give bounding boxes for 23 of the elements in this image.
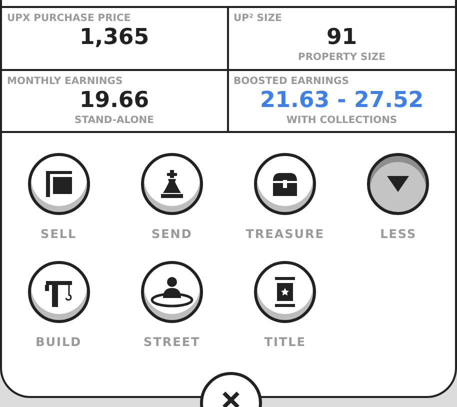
action-label: STREET xyxy=(144,334,200,351)
signboard-icon xyxy=(44,169,74,199)
person-on-disc-icon xyxy=(148,276,195,308)
action-label: LESS xyxy=(380,226,417,243)
action-label: TITLE xyxy=(264,334,306,351)
stat-label: BOOSTED EARNINGS xyxy=(234,75,349,88)
down-triangle-icon xyxy=(387,176,410,192)
stat-caption: PROPERTY SIZE xyxy=(298,51,386,64)
stat-value: 91 xyxy=(326,25,358,51)
stat-value: 1,365 xyxy=(79,25,150,51)
action-label: SEND xyxy=(151,226,192,243)
stat-caption: WITH COLLECTIONS xyxy=(286,114,398,127)
stat-value: 19.66 xyxy=(79,88,150,114)
stat-label: UP² SIZE xyxy=(234,12,282,25)
stat-value: 21.63 - 27.52 xyxy=(260,88,424,114)
stat-label: MONTHLY EARNINGS xyxy=(7,75,123,88)
stat-label: UPX PURCHASE PRICE xyxy=(7,12,131,25)
scroll-icon xyxy=(274,276,296,308)
stat-caption: STAND-ALONE xyxy=(74,114,154,127)
action-label: BUILD xyxy=(36,334,82,351)
close-icon xyxy=(222,391,240,407)
action-label: SELL xyxy=(40,226,77,243)
action-label: TREASURE xyxy=(246,226,324,243)
